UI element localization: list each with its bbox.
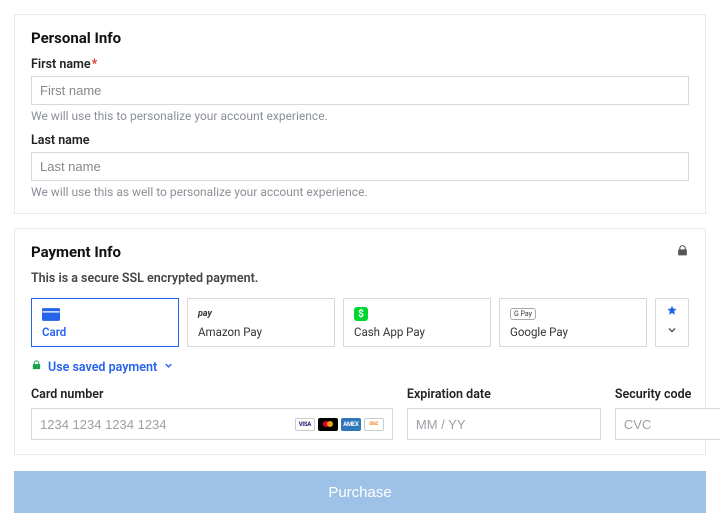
last-name-label: Last name [31, 133, 689, 148]
visa-icon: VISA [295, 418, 315, 431]
payment-method-more[interactable] [655, 298, 689, 347]
payment-method-cashapp[interactable]: $ Cash App Pay [343, 298, 491, 347]
cvc-label: Security code [615, 387, 720, 402]
card-details-row: Card number VISA AMEX DISC Expiration da… [31, 387, 689, 440]
cvc-field: Security code 123 [615, 387, 720, 440]
chevron-down-icon [666, 324, 678, 340]
personal-info-section: Personal Info First name* We will use th… [14, 14, 706, 214]
last-name-input[interactable] [31, 152, 689, 181]
payment-method-card[interactable]: Card [31, 298, 179, 347]
first-name-help: We will use this to personalize your acc… [31, 109, 689, 123]
purchase-button[interactable]: Purchase [14, 471, 706, 513]
first-name-label: First name* [31, 57, 689, 72]
first-name-label-text: First name [31, 57, 91, 72]
card-number-input-wrap[interactable]: VISA AMEX DISC [31, 408, 393, 440]
alipay-icon [666, 305, 678, 320]
ssl-note: This is a secure SSL encrypted payment. [31, 271, 258, 286]
credit-card-icon [42, 307, 168, 321]
cvc-input-wrap[interactable]: 123 [615, 408, 720, 440]
card-number-label: Card number [31, 387, 393, 402]
last-name-field: Last name We will use this as well to pe… [31, 133, 689, 199]
expiration-input-wrap[interactable] [407, 408, 601, 440]
card-number-field: Card number VISA AMEX DISC [31, 387, 393, 440]
cvc-input[interactable] [624, 417, 720, 432]
first-name-input[interactable] [31, 76, 689, 105]
discover-icon: DISC [364, 418, 384, 431]
chevron-down-icon [163, 360, 174, 375]
payment-info-title: Payment Info [31, 243, 258, 261]
card-number-input[interactable] [40, 417, 295, 432]
required-asterisk: * [92, 57, 98, 72]
cashapp-icon: $ [354, 307, 480, 321]
expiration-input[interactable] [416, 417, 592, 432]
payment-method-google[interactable]: G Pay Google Pay [499, 298, 647, 347]
first-name-field: First name* We will use this to personal… [31, 57, 689, 123]
payment-methods: Card pay Amazon Pay $ Cash App Pay G Pay… [31, 298, 689, 347]
use-saved-payment-text: Use saved payment [48, 360, 157, 375]
amex-icon: AMEX [341, 418, 361, 431]
personal-info-title: Personal Info [31, 29, 689, 47]
amazon-pay-icon: pay [198, 307, 324, 321]
payment-info-section: Payment Info This is a secure SSL encryp… [14, 228, 706, 455]
last-name-help: We will use this as well to personalize … [31, 185, 689, 199]
card-brand-icons: VISA AMEX DISC [295, 418, 384, 431]
payment-method-amazon-label: Amazon Pay [198, 325, 324, 339]
mastercard-icon [318, 418, 338, 431]
expiration-field: Expiration date [407, 387, 601, 440]
lock-icon [676, 243, 689, 262]
google-pay-icon: G Pay [510, 307, 636, 321]
payment-method-google-label: Google Pay [510, 325, 636, 339]
payment-method-card-label: Card [42, 325, 168, 339]
payment-method-amazon[interactable]: pay Amazon Pay [187, 298, 335, 347]
payment-method-cashapp-label: Cash App Pay [354, 325, 480, 339]
expiration-label: Expiration date [407, 387, 601, 402]
use-saved-payment-link[interactable]: Use saved payment [31, 359, 689, 375]
lock-green-icon [31, 359, 42, 375]
